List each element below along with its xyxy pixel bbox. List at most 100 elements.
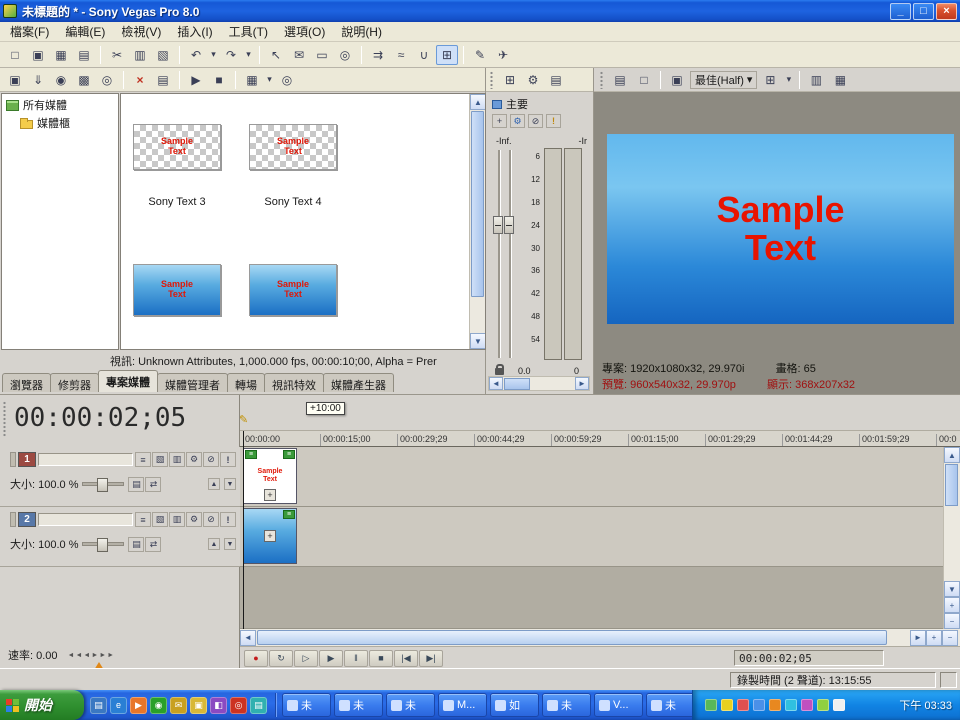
- track-mute[interactable]: ⊘: [203, 452, 219, 467]
- quicklaunch-notes[interactable]: ▤: [250, 697, 267, 714]
- tray-icon-8[interactable]: [817, 699, 829, 711]
- jog-control[interactable]: ✈: [492, 45, 514, 65]
- taskbar-task[interactable]: 未: [282, 693, 331, 717]
- record[interactable]: ●: [244, 650, 268, 667]
- project-properties[interactable]: ▤: [73, 45, 95, 65]
- make-compositing-child-button[interactable]: ⇄: [145, 537, 161, 552]
- copy-snapshot-button[interactable]: ▥: [805, 70, 827, 90]
- video-event-2[interactable]: ≡ +: [243, 508, 297, 564]
- tab-project-media[interactable]: 專案媒體: [98, 370, 158, 392]
- views-dropdown[interactable]: ▾: [264, 70, 275, 90]
- taskbar-task[interactable]: M...: [438, 693, 487, 717]
- master-fader-right[interactable]: [504, 216, 514, 234]
- tray-icon-1[interactable]: [705, 699, 717, 711]
- pane-drag-handle[interactable]: [489, 71, 494, 89]
- scroll-left-icon[interactable]: ◄: [489, 377, 503, 390]
- track-grip[interactable]: [10, 512, 16, 527]
- generated-media-icon[interactable]: ≡: [245, 450, 257, 459]
- scroll-left-icon[interactable]: ◄: [240, 630, 256, 646]
- composite-mode-button[interactable]: ▤: [128, 477, 144, 492]
- scrollbar-thumb[interactable]: [471, 111, 484, 297]
- maximize-button[interactable]: □: [913, 3, 934, 20]
- redo-dropdown[interactable]: ▾: [243, 45, 254, 65]
- zoom-out-time-icon[interactable]: −: [942, 630, 958, 646]
- composite-mode-button[interactable]: ▤: [128, 537, 144, 552]
- media-tile[interactable]: Sample Text: [249, 124, 337, 170]
- bus-settings[interactable]: ⚙: [510, 114, 525, 128]
- menu-item[interactable]: 選項(O): [276, 21, 333, 42]
- bus-solo[interactable]: !: [546, 114, 561, 128]
- save-snapshot-button[interactable]: ▦: [829, 70, 851, 90]
- timeline-empty-area[interactable]: [240, 567, 960, 629]
- taskbar-task[interactable]: 未: [646, 693, 692, 717]
- import-media[interactable]: ⇓: [27, 70, 49, 90]
- menu-item[interactable]: 插入(I): [169, 21, 220, 42]
- bypass-motion-blur[interactable]: ▧: [152, 452, 168, 467]
- track-motion[interactable]: ▥: [169, 512, 185, 527]
- selection-edit-tool[interactable]: ▭: [311, 45, 333, 65]
- track-expand-button[interactable]: ▼: [224, 538, 236, 550]
- bus-fx[interactable]: +: [492, 114, 507, 128]
- taskbar-task[interactable]: V...: [594, 693, 643, 717]
- master-fader-left[interactable]: [493, 216, 503, 234]
- pause[interactable]: ‖: [344, 650, 368, 667]
- search-media[interactable]: ◎: [276, 70, 298, 90]
- track-collapse-button[interactable]: ▲: [208, 538, 220, 550]
- paste[interactable]: ▧: [152, 45, 174, 65]
- go-to-start[interactable]: |◀: [394, 650, 418, 667]
- track-fx[interactable]: ⚙: [186, 512, 202, 527]
- tray-icon-7[interactable]: [801, 699, 813, 711]
- menu-item[interactable]: 說明(H): [333, 21, 390, 42]
- tray-icon-6[interactable]: [785, 699, 797, 711]
- track-grip[interactable]: [10, 452, 16, 467]
- track-name-field[interactable]: [38, 453, 133, 466]
- generated-media-icon[interactable]: ≡: [283, 510, 295, 519]
- tray-icon-4[interactable]: [753, 699, 765, 711]
- envelope-edit-tool[interactable]: ✉: [288, 45, 310, 65]
- external-monitor-button[interactable]: □: [633, 70, 655, 90]
- automation-settings[interactable]: ≡: [135, 452, 151, 467]
- start-preview[interactable]: ▶: [185, 70, 207, 90]
- media-list-scrollbar[interactable]: ▲ ▼: [469, 94, 485, 349]
- go-to-end[interactable]: ▶|: [419, 650, 443, 667]
- project-video-properties-button[interactable]: ▤: [609, 70, 631, 90]
- bypass-motion-blur[interactable]: ▧: [152, 512, 168, 527]
- zoom-edit-tool[interactable]: ◎: [334, 45, 356, 65]
- quantize-to-frames[interactable]: ⊞: [436, 45, 458, 65]
- track-level-slider[interactable]: [82, 542, 124, 546]
- undo[interactable]: ↶: [185, 45, 207, 65]
- extract-audio-from-cd[interactable]: ◎: [96, 70, 118, 90]
- quicklaunch-messenger[interactable]: ◉: [150, 697, 167, 714]
- overlays-dropdown[interactable]: ▾: [783, 70, 794, 90]
- track-expand-button[interactable]: ▼: [224, 478, 236, 490]
- tab-transitions[interactable]: 轉場: [227, 373, 265, 392]
- tray-icon-2[interactable]: [721, 699, 733, 711]
- make-compositing-child-button[interactable]: ⇄: [145, 477, 161, 492]
- taskbar-task[interactable]: 未: [334, 693, 383, 717]
- track-number[interactable]: 2: [18, 512, 36, 527]
- tree-item-all-media[interactable]: 所有媒體: [4, 96, 116, 114]
- track-motion[interactable]: ▥: [169, 452, 185, 467]
- scroll-down-icon[interactable]: ▼: [470, 333, 486, 349]
- media-properties[interactable]: ▤: [152, 70, 174, 90]
- play[interactable]: ▶: [319, 650, 343, 667]
- tab-trimmer[interactable]: 修剪器: [50, 373, 99, 392]
- start-button[interactable]: 開始: [0, 690, 84, 720]
- transport-time-display[interactable]: 00:00:02;05: [734, 650, 884, 666]
- scroll-right-icon[interactable]: ►: [575, 377, 589, 390]
- scrollbar-thumb[interactable]: [504, 378, 530, 390]
- track-solo[interactable]: !: [220, 452, 236, 467]
- menu-item[interactable]: 工具(T): [221, 21, 276, 42]
- tray-icon-9[interactable]: [833, 699, 845, 711]
- track-mute[interactable]: ⊘: [203, 512, 219, 527]
- menu-item[interactable]: 檔案(F): [2, 21, 57, 42]
- new-project[interactable]: □: [4, 45, 26, 65]
- event-pan-crop-icon[interactable]: +: [264, 530, 276, 542]
- track-collapse-button[interactable]: ▲: [208, 478, 220, 490]
- track-header-1[interactable]: 1 ≡▧▥⚙⊘! 大小: 100.0 % ▤⇄ ▲ ▼: [0, 447, 240, 507]
- pane-drag-handle[interactable]: [2, 401, 7, 437]
- edit-cursor[interactable]: [243, 431, 244, 629]
- scroll-up-icon[interactable]: ▲: [470, 94, 486, 110]
- media-tile[interactable]: Sample Text: [133, 124, 221, 170]
- event-fx-icon[interactable]: ≡: [283, 450, 295, 459]
